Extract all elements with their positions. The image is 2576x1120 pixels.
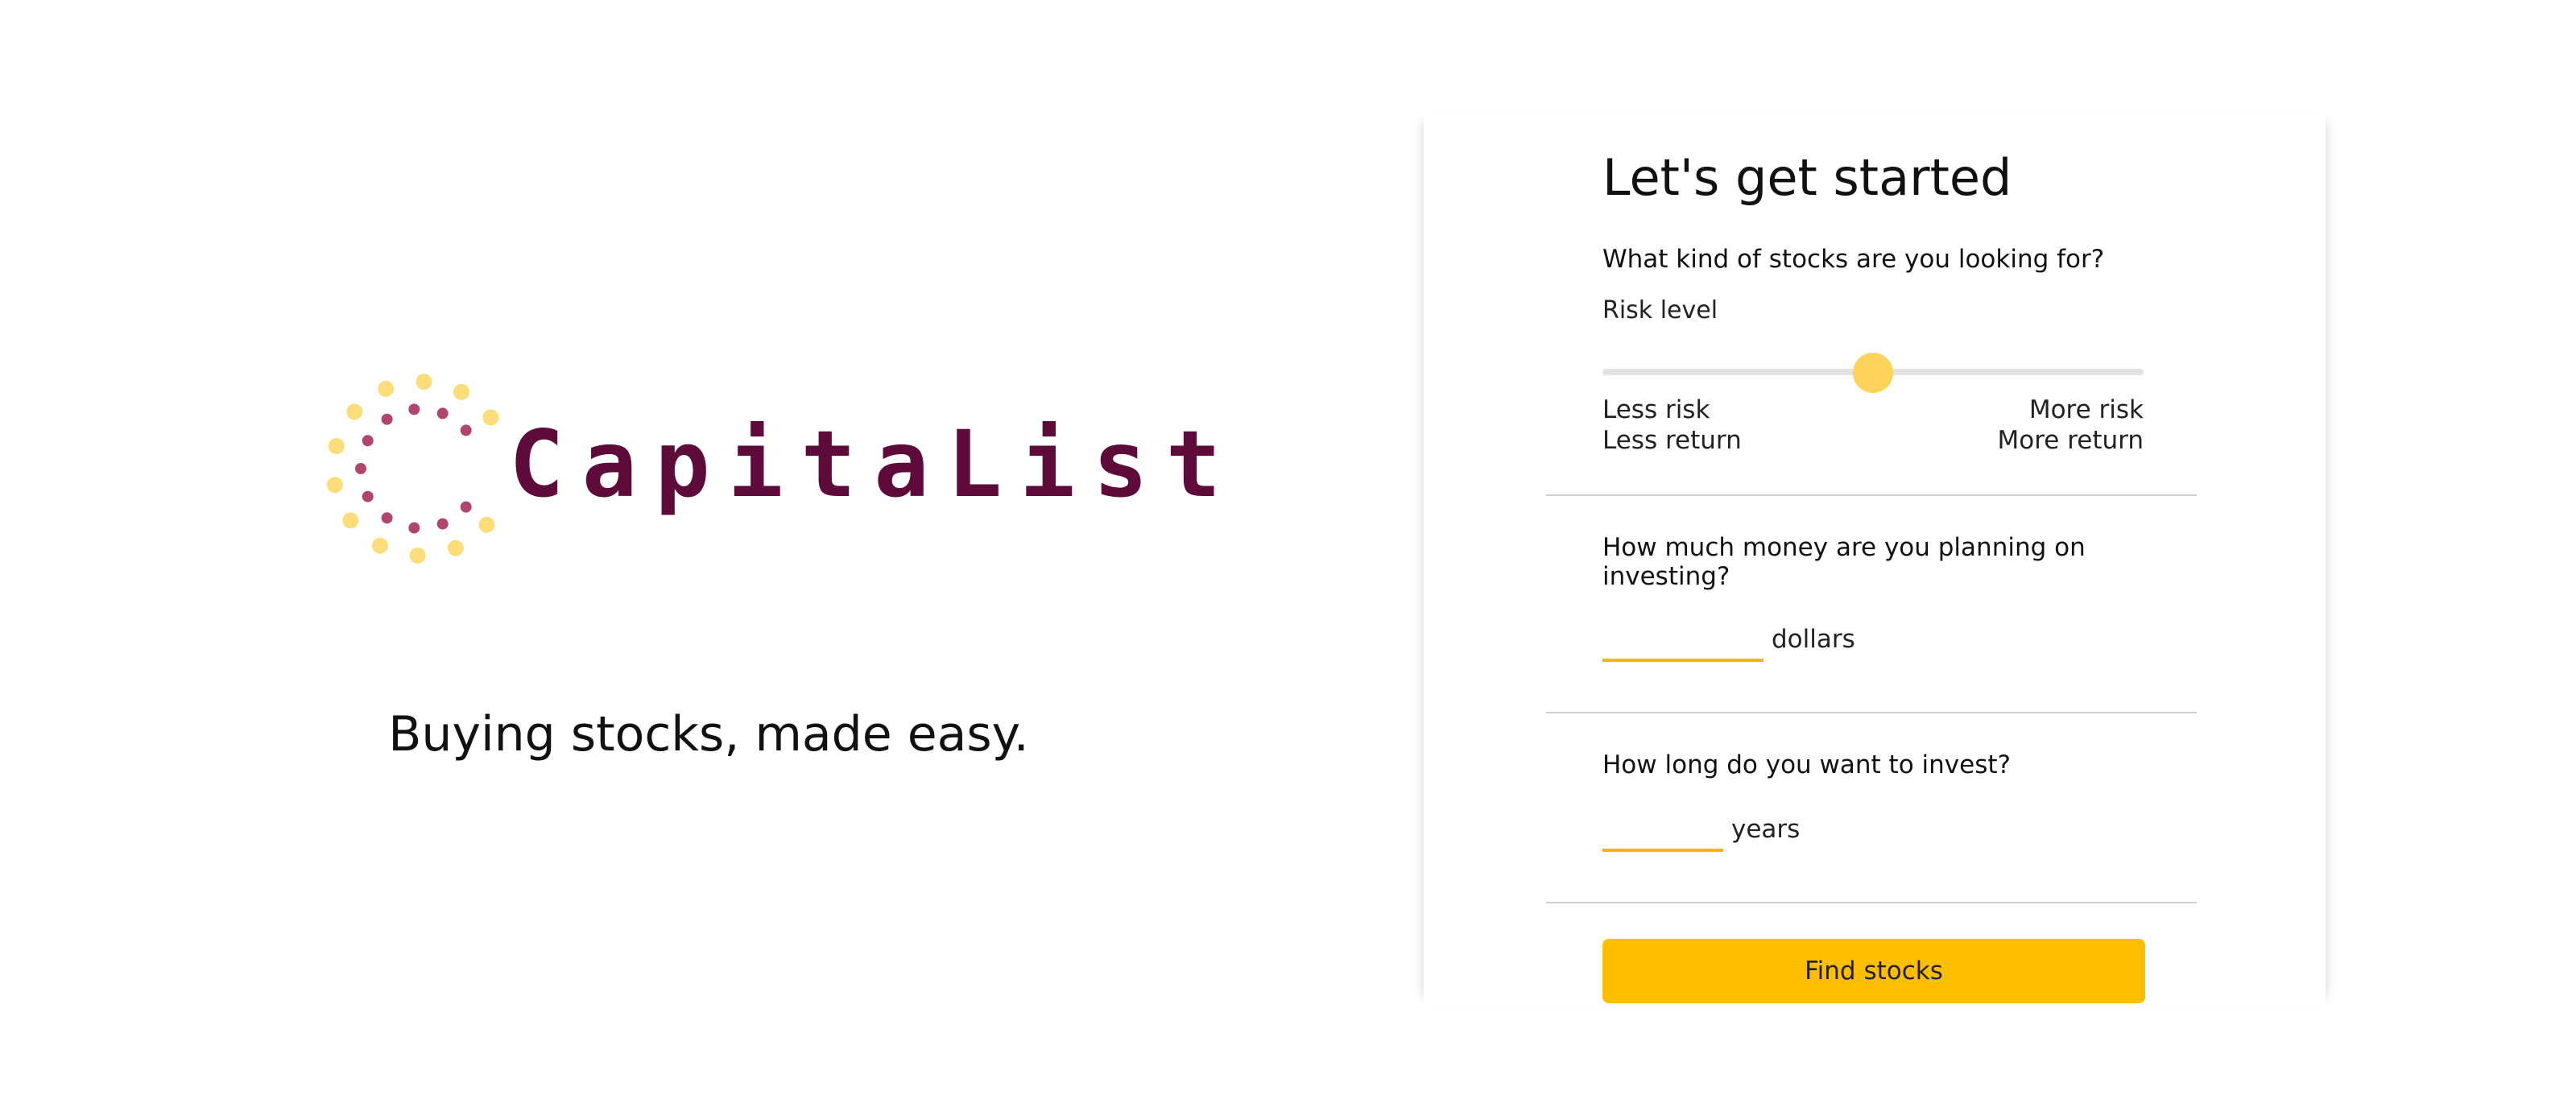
- risk-max-line2: More return: [1997, 426, 2144, 455]
- logo-inner-dot-2: [408, 403, 420, 415]
- logo-inner-dot-0: [460, 424, 472, 436]
- section-divider: [1546, 494, 2197, 496]
- logo-outer-dot-6: [326, 477, 343, 494]
- logo-outer-dot-7: [342, 512, 359, 529]
- money-field: dollars: [1602, 618, 1925, 663]
- logo-outer-dot-4: [346, 403, 363, 420]
- logo-wordmark: CapitaList: [509, 411, 1239, 518]
- risk-min-label: Less risk Less return: [1602, 395, 1742, 456]
- logo: CapitaList: [322, 361, 1221, 570]
- risk-level-label: Risk level: [1602, 296, 1718, 324]
- section-divider: [1546, 712, 2197, 713]
- risk-min-line1: Less risk: [1602, 395, 1710, 424]
- logo-outer-dot-3: [378, 380, 395, 397]
- form-title: Let's get started: [1602, 148, 2012, 207]
- money-input[interactable]: [1602, 618, 1764, 662]
- page: CapitaList Buying stocks, made easy. Let…: [0, 0, 2576, 1120]
- find-stocks-button[interactable]: Find stocks: [1602, 939, 2145, 1003]
- logo-outer-dot-9: [409, 547, 426, 564]
- risk-max-label: More risk More return: [1907, 395, 2144, 456]
- duration-input[interactable]: [1602, 808, 1723, 852]
- risk-min-line2: Less return: [1602, 426, 1742, 455]
- logo-inner-dot-3: [381, 413, 393, 425]
- logo-dots-icon: [326, 374, 499, 564]
- get-started-form: Let's get started What kind of stocks ar…: [1424, 113, 2326, 1006]
- duration-question: How long do you want to invest?: [1602, 750, 2011, 779]
- duration-unit-label: years: [1731, 815, 1801, 844]
- logo-outer-dot-10: [447, 539, 464, 556]
- logo-inner-dot-10: [460, 501, 472, 513]
- logo-inner-dot-5: [355, 463, 366, 474]
- logo-inner-dot-1: [436, 407, 449, 419]
- tagline: Buying stocks, made easy.: [388, 706, 1029, 763]
- risk-max-line1: More risk: [2028, 395, 2144, 424]
- logo-outer-dot-0: [482, 409, 499, 426]
- logo-inner-dot-9: [436, 518, 449, 530]
- brand-panel: CapitaList Buying stocks, made easy.: [0, 0, 1417, 1120]
- money-question: How much money are you planning on inves…: [1602, 533, 2086, 591]
- duration-field: years: [1602, 808, 1925, 853]
- logo-outer-dot-1: [453, 383, 469, 400]
- risk-question: What kind of stocks are you looking for?: [1602, 245, 2105, 274]
- logo-outer-dot-8: [372, 537, 388, 554]
- risk-slider-thumb[interactable]: [1853, 353, 1893, 393]
- money-unit-label: dollars: [1772, 625, 1855, 654]
- logo-inner-dot-4: [362, 435, 374, 447]
- logo-outer-dot-11: [478, 516, 495, 533]
- logo-inner-dot-6: [362, 490, 374, 502]
- logo-inner-dot-7: [381, 512, 393, 524]
- logo-outer-dot-2: [416, 374, 432, 391]
- logo-inner-dot-8: [408, 522, 420, 534]
- risk-slider[interactable]: [1602, 353, 2144, 393]
- logo-outer-dot-5: [328, 438, 345, 454]
- section-divider: [1546, 902, 2197, 903]
